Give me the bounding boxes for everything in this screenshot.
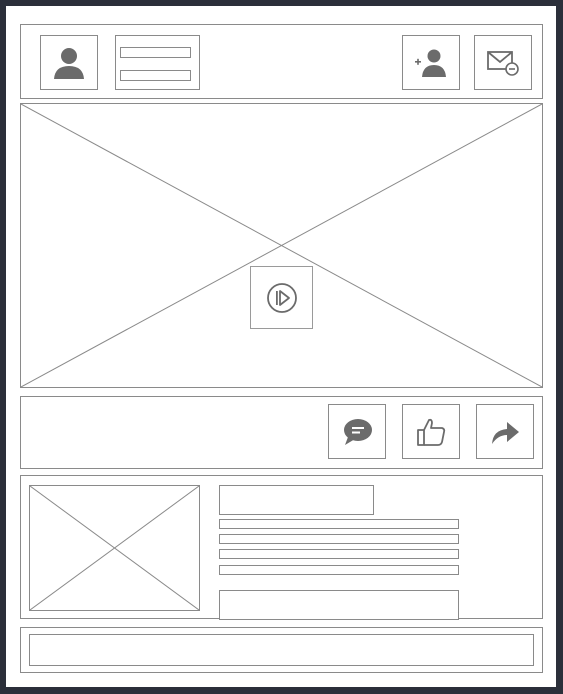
related-thumbnail[interactable]: [29, 485, 200, 611]
user-icon: [53, 46, 85, 80]
header-bar: [20, 24, 543, 99]
avatar[interactable]: [40, 35, 98, 90]
share-arrow-icon: [489, 418, 521, 446]
related-text-line-2: [219, 534, 459, 544]
related-text-line-1: [219, 519, 459, 529]
user-name-line: [120, 47, 191, 58]
related-content-card: [20, 475, 543, 620]
play-circle-icon: [266, 282, 298, 314]
share-button[interactable]: [476, 404, 534, 459]
mail-remove-icon: [486, 48, 520, 78]
video-player[interactable]: [20, 103, 543, 388]
message-button[interactable]: [474, 35, 532, 90]
add-user-button[interactable]: [402, 35, 460, 90]
comment-input[interactable]: [29, 634, 534, 666]
user-name-block: [115, 35, 200, 90]
related-text-line-4: [219, 565, 459, 575]
like-button[interactable]: [402, 404, 460, 459]
action-bar: [20, 396, 543, 469]
footer-bar: [20, 627, 543, 673]
comment-icon: [341, 417, 373, 447]
comment-button[interactable]: [328, 404, 386, 459]
image-placeholder-icon: [30, 486, 199, 610]
related-action-block[interactable]: [219, 590, 459, 620]
add-user-icon: [414, 48, 448, 78]
thumbs-up-icon: [415, 416, 447, 448]
related-title-block[interactable]: [219, 485, 374, 515]
user-subtitle-line: [120, 70, 191, 81]
related-text-line-3: [219, 549, 459, 559]
wireframe-page: [6, 6, 556, 687]
video-placeholder-cross: [21, 104, 542, 387]
play-button[interactable]: [250, 266, 313, 329]
